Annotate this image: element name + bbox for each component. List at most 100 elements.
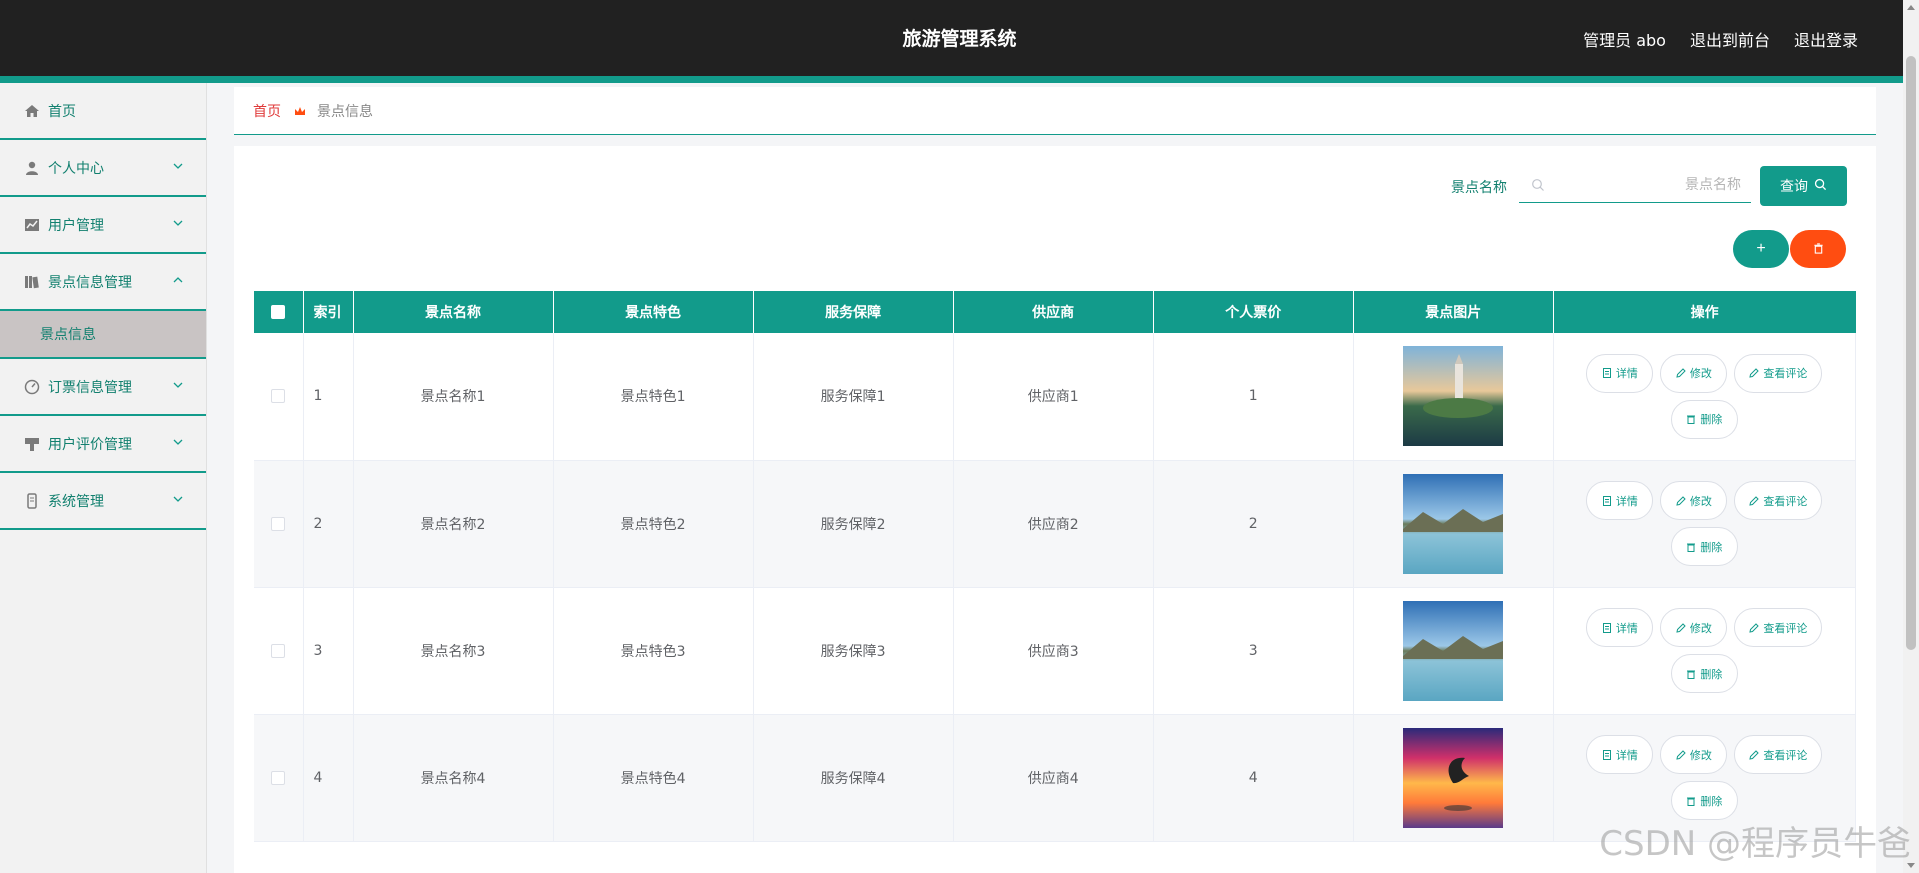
delete-button[interactable]: 删除 <box>1670 527 1738 566</box>
query-button[interactable]: 查询 <box>1760 166 1847 206</box>
breadcrumb-current: 景点信息 <box>317 103 373 120</box>
sidebar-item-scenic[interactable]: 景点信息管理 <box>0 254 206 311</box>
sidebar-item-label: 用户评价管理 <box>48 436 132 453</box>
scrollbar-thumb[interactable] <box>1906 56 1916 650</box>
user-icon <box>24 160 40 176</box>
chevron-down-icon <box>172 379 184 391</box>
cell-index: 4 <box>303 714 354 842</box>
cell-price: 2 <box>1153 460 1354 588</box>
top-accent-line <box>0 76 1903 83</box>
table-row: 2 景点名称2 景点特色2 服务保障2 供应商2 2 详情 修改 查看评论 删除 <box>254 460 1857 588</box>
cell-name: 景点名称2 <box>353 460 554 588</box>
cell-feature: 景点特色4 <box>553 714 754 842</box>
search-box <box>1519 167 1751 203</box>
row-checkbox[interactable] <box>271 389 286 404</box>
header-service: 服务保障 <box>753 291 954 333</box>
sidebar-subitem-scenic-info[interactable]: 景点信息 <box>0 311 206 359</box>
edit-button[interactable]: 修改 <box>1660 353 1728 393</box>
scenic-thumbnail[interactable] <box>1403 346 1504 447</box>
delete-button[interactable]: 删除 <box>1670 654 1738 693</box>
phone-icon <box>24 492 40 509</box>
trash-icon <box>1813 242 1824 257</box>
header-supplier: 供应商 <box>953 291 1154 333</box>
row-operations: 详情 修改 查看评论 删除 <box>1584 353 1824 439</box>
cell-name: 景点名称1 <box>353 333 554 461</box>
pencil-icon <box>1749 368 1760 378</box>
chevron-down-icon <box>172 217 184 229</box>
sidebar-item-orders[interactable]: 订票信息管理 <box>0 359 206 416</box>
cell-feature: 景点特色2 <box>553 460 754 588</box>
sidebar-item-system[interactable]: 系统管理 <box>0 473 206 530</box>
cell-feature: 景点特色1 <box>553 333 754 461</box>
pencil-icon <box>1676 622 1686 633</box>
detail-button[interactable]: 详情 <box>1586 735 1654 774</box>
pencil-icon <box>1676 368 1686 378</box>
select-all-cell[interactable] <box>254 291 304 333</box>
trash-icon <box>1686 542 1696 552</box>
trash-icon <box>1686 414 1696 425</box>
top-right-links: 管理员 abo 退出到前台 退出登录 <box>1583 27 1858 51</box>
sidebar-item-reviews[interactable]: 用户评价管理 <box>0 416 206 473</box>
chevron-down-icon <box>172 436 184 448</box>
scroll-up-arrow-icon[interactable] <box>1907 5 1915 10</box>
detail-button[interactable]: 详情 <box>1586 353 1654 393</box>
table-header-row: 索引 景点名称 景点特色 服务保障 供应商 个人票价 景点图片 操作 <box>254 291 1856 333</box>
cell-supplier: 供应商2 <box>953 460 1154 588</box>
view-comments-button[interactable]: 查看评论 <box>1734 735 1823 774</box>
cell-index: 3 <box>303 587 354 715</box>
row-operations: 详情 修改 查看评论 删除 <box>1584 608 1824 693</box>
cell-index: 2 <box>303 460 354 588</box>
cell-service: 服务保障4 <box>753 714 954 842</box>
sidebar-item-label: 订票信息管理 <box>48 379 132 396</box>
cell-price: 1 <box>1153 333 1354 461</box>
main-content: 景点名称 查询 + 索引 景点名称 景点特色 服务保障 供应商 个人票价 景 <box>234 146 1876 873</box>
cell-supplier: 供应商3 <box>953 587 1154 715</box>
view-comments-button[interactable]: 查看评论 <box>1734 481 1823 520</box>
table-row: 3 景点名称3 景点特色3 服务保障3 供应商3 3 详情 修改 查看评论 删除 <box>254 587 1857 715</box>
cell-feature: 景点特色3 <box>553 587 754 715</box>
sidebar-item-personal[interactable]: 个人中心 <box>0 140 206 197</box>
sidebar-item-home[interactable]: 首页 <box>0 83 206 140</box>
front-link[interactable]: 退出到前台 <box>1690 27 1770 51</box>
top-bar: 旅游管理系统 管理员 abo 退出到前台 退出登录 <box>0 0 1903 76</box>
delete-button[interactable]: 删除 <box>1670 399 1738 439</box>
scenic-thumbnail[interactable] <box>1403 600 1504 701</box>
row-checkbox[interactable] <box>271 770 286 785</box>
view-comments-button[interactable]: 查看评论 <box>1734 353 1823 393</box>
chevron-down-icon <box>172 493 184 505</box>
edit-button[interactable]: 修改 <box>1660 481 1728 520</box>
select-all-checkbox[interactable] <box>271 305 286 319</box>
scenic-thumbnail[interactable] <box>1403 727 1504 828</box>
add-button[interactable]: + <box>1733 230 1789 268</box>
document-icon <box>1602 368 1612 379</box>
logout-link[interactable]: 退出登录 <box>1794 27 1858 51</box>
view-comments-button[interactable]: 查看评论 <box>1734 608 1823 647</box>
edit-button[interactable]: 修改 <box>1660 735 1728 774</box>
pencil-icon <box>1749 622 1760 633</box>
row-checkbox[interactable] <box>271 516 286 531</box>
admin-label[interactable]: 管理员 abo <box>1583 27 1666 51</box>
chevron-up-icon <box>172 274 184 286</box>
trash-icon <box>1686 669 1696 679</box>
pencil-icon <box>1676 495 1686 506</box>
header-price: 个人票价 <box>1153 291 1354 333</box>
scenic-thumbnail[interactable] <box>1403 473 1504 574</box>
detail-button[interactable]: 详情 <box>1586 481 1654 520</box>
search-input[interactable] <box>1545 169 1751 200</box>
chevron-down-icon <box>172 160 184 172</box>
batch-delete-button[interactable] <box>1790 230 1846 268</box>
query-button-label: 查询 <box>1780 179 1808 195</box>
sidebar: 首页 个人中心 用户管理 景点信息管理 景点信息 订票信息管理 用户评价管理 系… <box>0 83 207 873</box>
header-feature: 景点特色 <box>553 291 754 333</box>
edit-button[interactable]: 修改 <box>1660 608 1728 647</box>
row-checkbox[interactable] <box>271 643 286 658</box>
detail-button[interactable]: 详情 <box>1586 608 1654 647</box>
delete-button[interactable]: 删除 <box>1670 781 1738 820</box>
header-index: 索引 <box>303 291 354 333</box>
breadcrumb-home[interactable]: 首页 <box>253 101 281 121</box>
page-scrollbar[interactable] <box>1903 0 1919 873</box>
header-operations: 操作 <box>1553 291 1856 333</box>
sidebar-item-users[interactable]: 用户管理 <box>0 197 206 254</box>
scenic-table: 索引 景点名称 景点特色 服务保障 供应商 个人票价 景点图片 操作 1 景点名… <box>254 291 1857 842</box>
table-row: 1 景点名称1 景点特色1 服务保障1 供应商1 1 详情 修改 查看评论 删除 <box>254 333 1857 461</box>
